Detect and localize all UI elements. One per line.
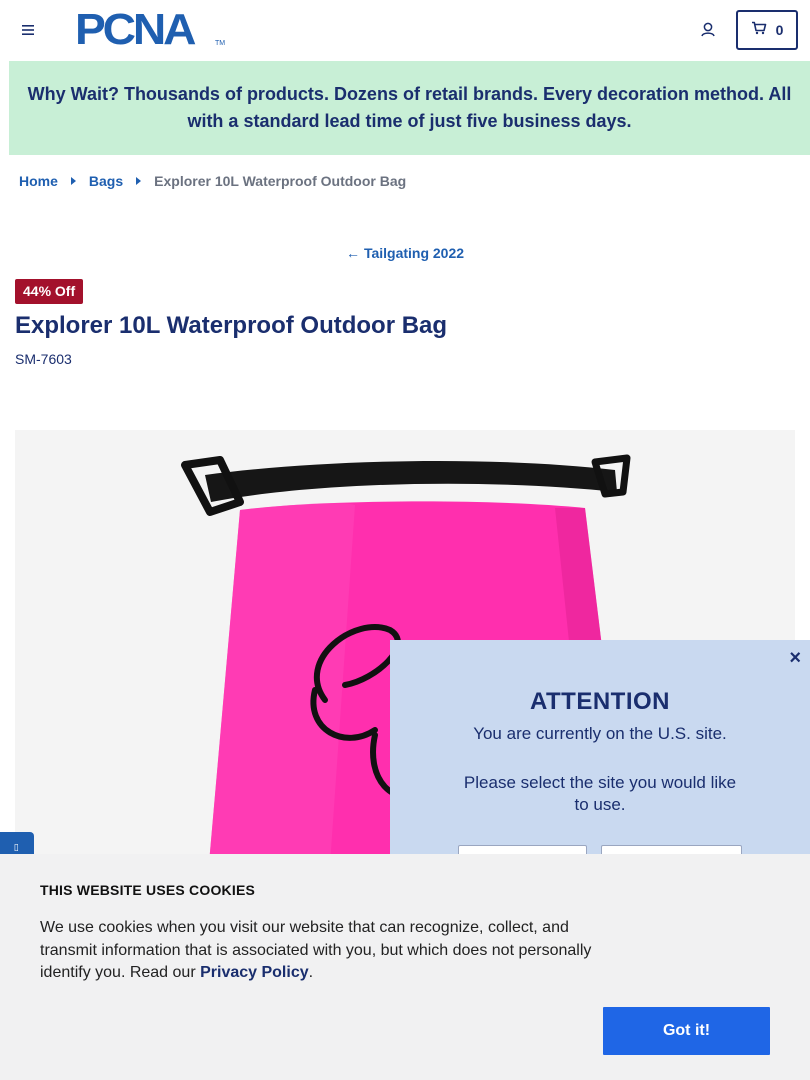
pcna-logo[interactable]: PCNA TM bbox=[75, 8, 226, 52]
product-page: PCNA TM 0 Why Wait? Thousands of product… bbox=[0, 0, 810, 1080]
product-sku: SM-7603 bbox=[15, 351, 72, 367]
cookie-text-end: . bbox=[308, 964, 314, 981]
promo-banner-text: Why Wait? Thousands of products. Dozens … bbox=[27, 84, 792, 131]
back-to-collection-link[interactable]: ← Tailgating 2022 bbox=[0, 245, 810, 261]
attention-prompt: Please select the site you would like to… bbox=[463, 773, 737, 814]
breadcrumb-separator-icon bbox=[70, 177, 76, 185]
product-title: Explorer 10L Waterproof Outdoor Bag bbox=[15, 312, 448, 339]
cart-button[interactable]: 0 bbox=[736, 10, 798, 50]
cookie-banner: THIS WEBSITE USES COOKIES We use cookies… bbox=[0, 854, 810, 1080]
feedback-icon: ▭ bbox=[11, 843, 22, 852]
discount-badge: 44% Off bbox=[15, 279, 84, 304]
breadcrumb-bags[interactable]: Bags bbox=[89, 173, 123, 189]
cookie-text-body: We use cookies when you visit our websit… bbox=[40, 919, 592, 981]
attention-message: You are currently on the U.S. site. bbox=[473, 724, 727, 743]
cookie-title: THIS WEBSITE USES COOKIES bbox=[40, 882, 256, 898]
arrow-left-icon: ← bbox=[345, 245, 360, 261]
accept-cookies-button[interactable]: Got it! bbox=[603, 1007, 770, 1055]
close-icon[interactable]: × bbox=[789, 647, 801, 670]
site-header: PCNA TM 0 bbox=[0, 0, 810, 61]
privacy-policy-link[interactable]: Privacy Policy bbox=[200, 964, 309, 981]
breadcrumb: Home Bags Explorer 10L Waterproof Outdoo… bbox=[19, 173, 406, 189]
promo-banner: Why Wait? Thousands of products. Dozens … bbox=[9, 61, 810, 155]
site-selector-modal: × ATTENTION You are currently on the U.S… bbox=[390, 640, 810, 881]
logo-wordmark: PCNA bbox=[75, 5, 196, 54]
logo-trademark: TM bbox=[215, 40, 226, 47]
cookie-text: We use cookies when you visit our websit… bbox=[40, 917, 610, 985]
attention-title: ATTENTION bbox=[529, 688, 671, 715]
breadcrumb-current: Explorer 10L Waterproof Outdoor Bag bbox=[154, 173, 407, 189]
breadcrumb-separator-icon bbox=[136, 177, 142, 185]
hamburger-menu-icon[interactable] bbox=[16, 18, 40, 42]
cart-icon bbox=[751, 21, 767, 40]
breadcrumb-home[interactable]: Home bbox=[19, 173, 58, 189]
cart-count: 0 bbox=[775, 22, 784, 38]
account-icon[interactable] bbox=[697, 19, 719, 41]
collection-link-label: Tailgating 2022 bbox=[363, 245, 465, 261]
